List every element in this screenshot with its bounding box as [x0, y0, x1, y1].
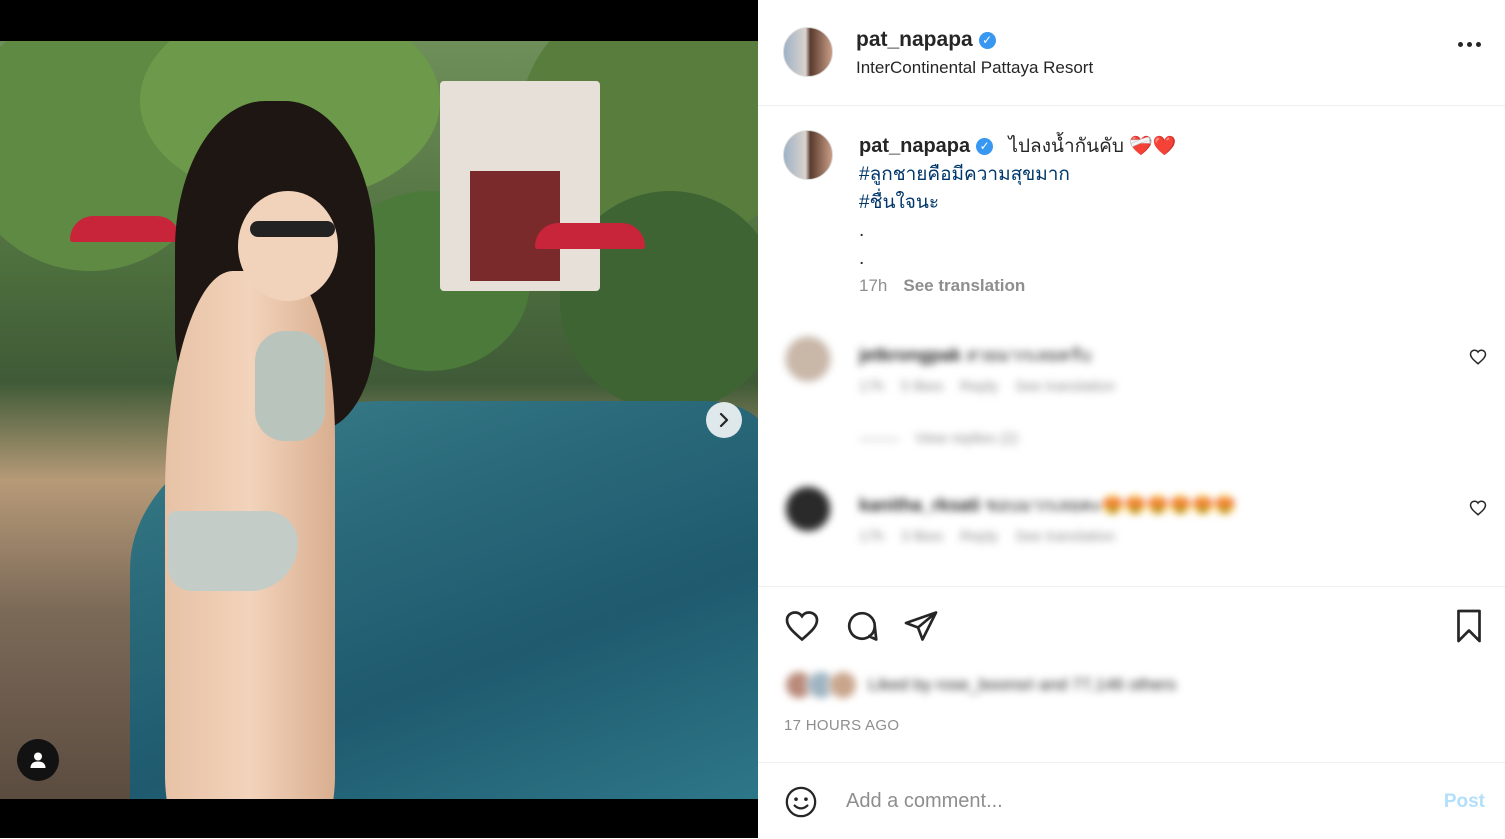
post-photo[interactable] — [0, 41, 758, 799]
person-face — [238, 191, 338, 301]
umbrella-left — [70, 216, 180, 242]
post-timestamp[interactable]: 17 HOURS AGO — [784, 717, 899, 734]
sunglasses — [250, 221, 335, 237]
location-link[interactable]: InterContinental Pattaya Resort — [856, 58, 1093, 78]
comment-time: 17h — [859, 378, 885, 395]
share-icon[interactable] — [903, 608, 939, 644]
caption-time[interactable]: 17h — [859, 276, 887, 295]
caption-meta: 17h See translation — [859, 276, 1025, 296]
likes-text[interactable]: Liked by rose_boonsri and 77,146 others — [868, 675, 1176, 695]
comment-body: ชอบมากเลยคะ😍😍😍😍😍😍 — [985, 495, 1237, 515]
caption-username[interactable]: pat_napapa — [859, 135, 970, 157]
view-replies-label[interactable]: View replies (2) — [915, 430, 1018, 447]
post-side-panel: pat_napapa ✓ InterContinental Pattaya Res… — [758, 0, 1505, 838]
comment-icon[interactable] — [844, 608, 880, 644]
liker-avatars — [784, 670, 858, 700]
post-media — [0, 0, 758, 838]
see-translation-button[interactable]: See translation — [1015, 378, 1115, 395]
comment-avatar[interactable] — [785, 486, 831, 532]
emoji-icon[interactable] — [784, 785, 818, 819]
caption-avatar[interactable] — [783, 130, 833, 180]
more-options-icon[interactable] — [1458, 42, 1481, 47]
comment-input[interactable] — [844, 789, 1408, 814]
dot — [1458, 42, 1463, 47]
umbrella-right — [535, 223, 645, 249]
comment-text: jetkrongpak สวยมากเลยครับ — [859, 340, 1091, 369]
comment-text: kanitha_rksati ชอบมากเลยคะ😍😍😍😍😍😍 — [859, 490, 1236, 519]
comment-avatar[interactable] — [785, 336, 831, 382]
reply-button[interactable]: Reply — [960, 378, 998, 395]
chevron-right-icon — [719, 413, 729, 427]
like-comment-heart-icon[interactable] — [1469, 499, 1487, 517]
comment-meta: 17h 5 likes Reply See translation — [859, 378, 1115, 395]
see-translation-button[interactable]: See translation — [1015, 528, 1115, 545]
comment-body: สวยมากเลยครับ — [966, 345, 1092, 365]
next-slide-button[interactable] — [706, 402, 742, 438]
comment-time: 17h — [859, 528, 885, 545]
see-translation-button[interactable]: See translation — [903, 276, 1025, 295]
comment-username[interactable]: kanitha_rksati — [859, 495, 980, 515]
caption-dot: . — [859, 248, 865, 269]
hashtag-link[interactable]: #ชื่นใจนะ — [859, 189, 1459, 217]
heart-icon[interactable] — [784, 608, 820, 644]
bookmark-icon[interactable] — [1451, 608, 1487, 644]
verified-badge-icon: ✓ — [978, 31, 996, 49]
comment-likes[interactable]: 5 likes — [901, 378, 944, 395]
comment-meta: 17h 3 likes Reply See translation — [859, 528, 1115, 545]
replies-line — [859, 438, 899, 440]
likes-summary[interactable]: Liked by rose_boonsri and 77,146 others — [784, 670, 1176, 700]
reply-button[interactable]: Reply — [960, 528, 998, 545]
avatar[interactable] — [783, 27, 833, 77]
header-user-row: pat_napapa ✓ — [856, 28, 996, 52]
add-comment-bar: Post — [758, 762, 1505, 839]
hashtag-link[interactable]: #ลูกชายคือมีความสุขมาก — [859, 161, 1459, 189]
view-replies[interactable]: View replies (2) — [859, 430, 1018, 447]
comment-username[interactable]: jetkrongpak — [859, 345, 961, 365]
like-comment-heart-icon[interactable] — [1469, 348, 1487, 366]
tagged-users-button[interactable] — [17, 739, 59, 781]
caption-text-block: pat_napapa ✓ ไปลงน้ำกันคับ ❤️‍🩹❤️ #ลูกชาย… — [859, 132, 1459, 273]
swimsuit-top — [255, 331, 325, 441]
caption-dot: . — [859, 220, 865, 241]
post-comment-button[interactable]: Post — [1444, 791, 1485, 813]
dot — [1476, 42, 1481, 47]
caption-body: ไปลงน้ำกันคับ ❤️‍🩹❤️ — [1008, 136, 1177, 157]
user-icon — [30, 752, 46, 768]
dot — [1467, 42, 1472, 47]
swimsuit-bottom — [168, 511, 298, 591]
header-username[interactable]: pat_napapa — [856, 28, 973, 51]
resort-building — [440, 81, 600, 291]
liker-avatar — [828, 670, 858, 700]
divider — [758, 586, 1505, 587]
post-header: pat_napapa ✓ InterContinental Pattaya Res… — [758, 0, 1505, 106]
comment-likes[interactable]: 3 likes — [901, 528, 944, 545]
verified-badge-icon: ✓ — [976, 137, 994, 155]
